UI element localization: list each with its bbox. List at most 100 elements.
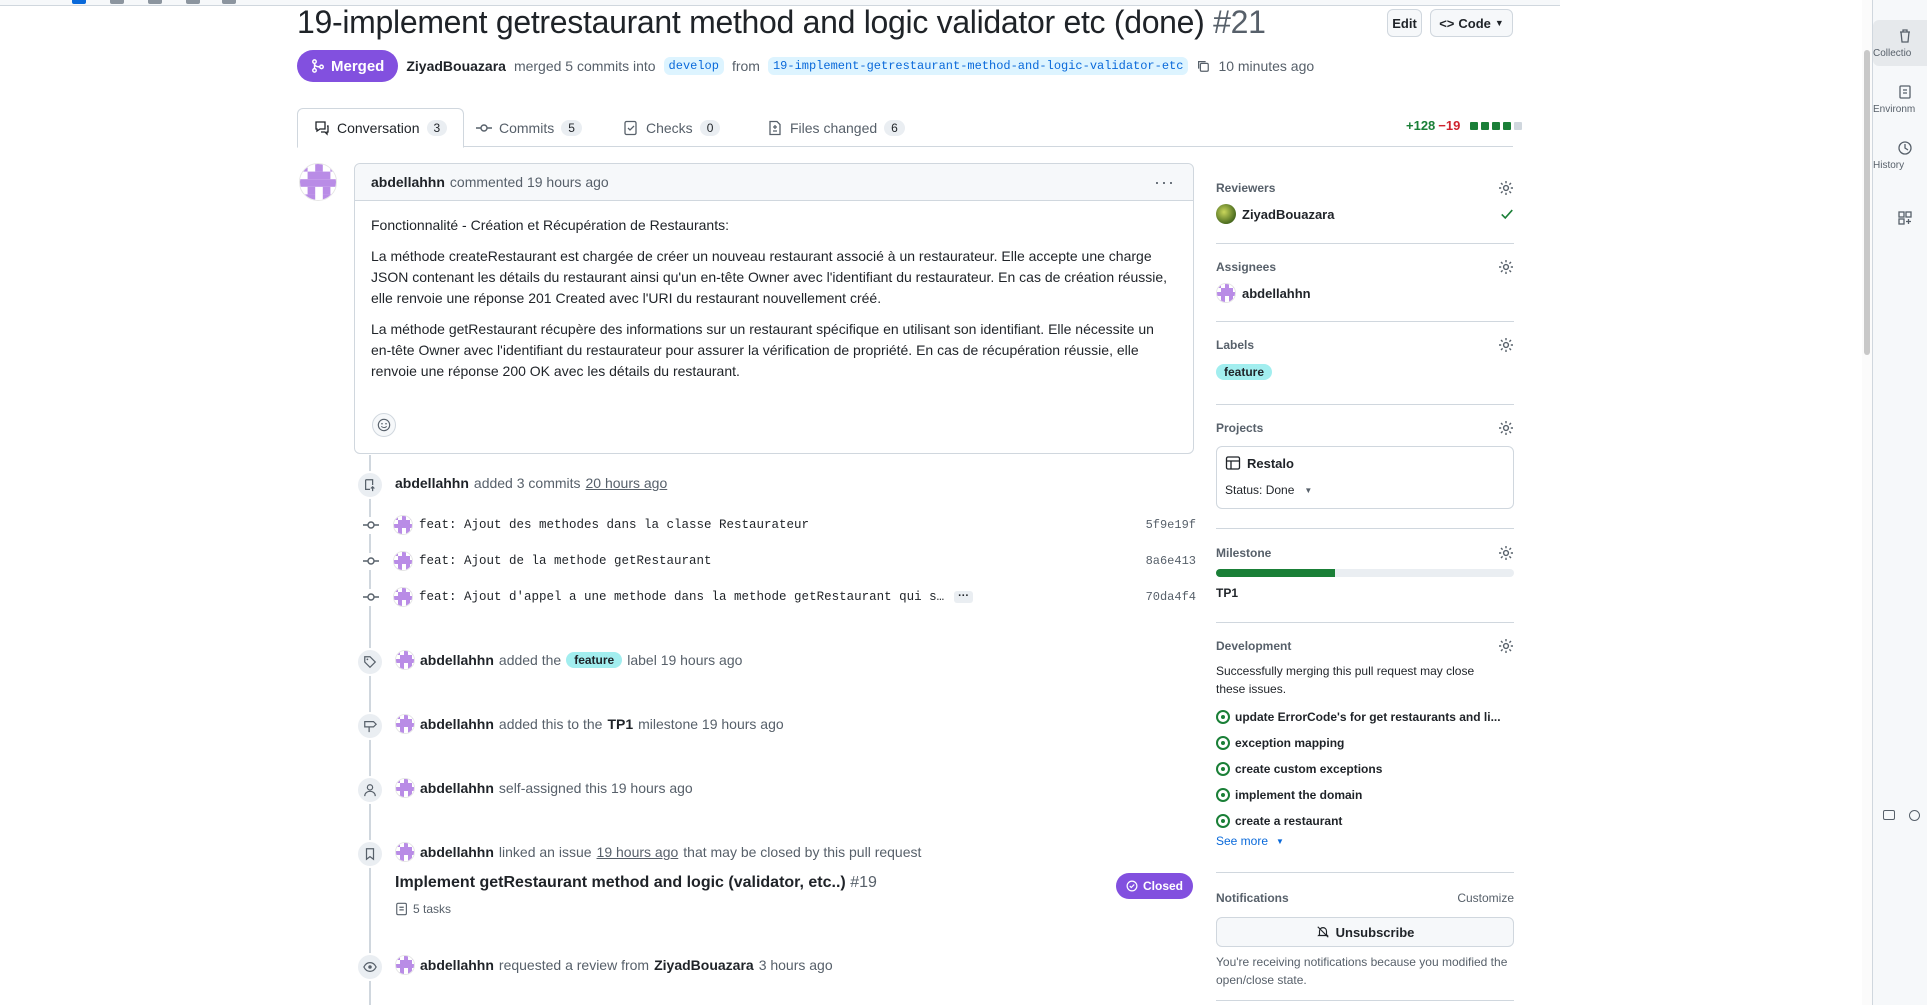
commit-sha-link[interactable]: 8a6e413 <box>1146 554 1196 568</box>
commit-message-link[interactable]: feat: Ajout des methodes dans la classe … <box>419 518 809 532</box>
label-feature[interactable]: feature <box>1216 364 1273 380</box>
collections-button[interactable]: Collectio <box>1873 20 1927 66</box>
gear-icon[interactable] <box>1498 337 1514 353</box>
event-time-link[interactable]: 20 hours ago <box>586 475 668 491</box>
history-button[interactable]: History <box>1873 140 1927 180</box>
linked-issue-title[interactable]: Implement getRestaurant method and logic… <box>395 874 877 892</box>
event-user[interactable]: abdellahhn <box>420 844 494 860</box>
avatar[interactable] <box>395 778 415 798</box>
avatar[interactable] <box>395 714 415 734</box>
unsubscribe-button[interactable]: Unsubscribe <box>1216 917 1514 947</box>
avatar[interactable] <box>393 515 413 535</box>
tab-commits[interactable]: Commits 5 <box>460 108 598 147</box>
linked-issue-item[interactable]: update ErrorCode's for get restaurants a… <box>1216 704 1514 730</box>
avatar[interactable] <box>393 551 413 571</box>
event-user[interactable]: abdellahhn <box>395 475 469 491</box>
expand-ellipsis-button[interactable]: ··· <box>954 591 974 603</box>
merged-label: Merged <box>331 57 385 75</box>
sidebar-divider <box>1216 243 1514 244</box>
milestone-link[interactable]: TP1 <box>607 716 633 732</box>
comment-author[interactable]: abdellahhn <box>371 174 445 190</box>
tab-indicator <box>72 0 86 4</box>
commit-message-link[interactable]: feat: Ajout de la methode getRestaurant <box>419 554 712 568</box>
tab-counter: 0 <box>699 119 721 136</box>
tab-files-changed[interactable]: Files changed 6 <box>751 108 921 147</box>
comment-meta[interactable]: commented 19 hours ago <box>450 174 609 190</box>
tab-label: Files changed <box>790 119 878 136</box>
event-user[interactable]: abdellahhn <box>420 780 494 796</box>
event-time-link[interactable]: 19 hours ago <box>597 844 679 860</box>
avatar[interactable] <box>395 842 415 862</box>
event-user[interactable]: abdellahhn <box>420 716 494 732</box>
assignees-heading[interactable]: Assignees <box>1216 257 1514 277</box>
file-diff-icon <box>769 120 781 135</box>
code-button[interactable]: <> Code ▼ <box>1430 9 1513 37</box>
diffstat-square <box>1503 121 1512 130</box>
comment-body: Fonctionnalité - Création et Récupératio… <box>355 201 1193 382</box>
edit-label: Edit <box>1392 15 1417 31</box>
linked-issue-item[interactable]: implement the domain <box>1216 782 1514 808</box>
sidebar-heading: Assignees <box>1216 260 1277 274</box>
kebab-horizontal-icon[interactable]: ··· <box>1154 172 1175 193</box>
avatar[interactable] <box>393 587 413 607</box>
gear-icon[interactable] <box>1498 420 1514 436</box>
commit-sha-link[interactable]: 70da4f4 <box>1146 590 1196 604</box>
scrollbar-thumb[interactable] <box>1864 50 1870 355</box>
sidebar-toggle-icon[interactable] <box>1883 810 1895 820</box>
project-status: Status: Done <box>1225 483 1295 497</box>
tab-counter: 5 <box>561 119 582 136</box>
issue-number: #19 <box>850 874 877 891</box>
commit-message-link[interactable]: feat: Ajout d'appel a une methode dans l… <box>419 590 944 604</box>
reviewer-row[interactable]: ZiyadBouazara <box>1216 204 1514 224</box>
linked-issue-item[interactable]: create custom exceptions <box>1216 756 1514 782</box>
labels-heading[interactable]: Labels <box>1216 335 1514 355</box>
milestone-heading[interactable]: Milestone <box>1216 543 1514 563</box>
project-status-dropdown[interactable]: Status: Done ▼ <box>1225 483 1312 497</box>
author-avatar[interactable] <box>299 163 337 201</box>
pr-title-text: 19-implement getrestaurant method and lo… <box>297 4 1205 40</box>
tab-counter: 6 <box>884 119 905 136</box>
see-more-link[interactable]: See more ▼ <box>1216 834 1514 848</box>
gear-icon[interactable] <box>1498 259 1514 275</box>
linked-issue-item[interactable]: exception mapping <box>1216 730 1514 756</box>
assignee-row[interactable]: abdellahhn <box>1216 283 1514 303</box>
milestone-name[interactable]: TP1 <box>1216 586 1238 600</box>
event-user[interactable]: abdellahhn <box>420 652 494 668</box>
tab-conversation[interactable]: Conversation 3 <box>297 108 465 148</box>
event-user[interactable]: abdellahhn <box>420 957 494 973</box>
head-branch[interactable]: 19-implement-getrestaurant-method-and-lo… <box>767 57 1189 75</box>
gear-icon[interactable] <box>1498 180 1514 196</box>
smiley-icon[interactable] <box>372 413 396 437</box>
gear-icon[interactable] <box>1498 545 1514 561</box>
customize-link[interactable]: Customize <box>1457 888 1514 908</box>
commit-sha-link[interactable]: 5f9e19f <box>1146 518 1196 532</box>
development-heading[interactable]: Development <box>1216 636 1514 656</box>
reviewer-link[interactable]: ZiyadBouazara <box>654 957 754 973</box>
base-branch[interactable]: develop <box>663 57 724 75</box>
trash-icon <box>1900 29 1910 43</box>
copy-icon[interactable] <box>1196 59 1210 73</box>
edit-button[interactable]: Edit <box>1387 9 1422 37</box>
label-feature[interactable]: feature <box>566 652 623 668</box>
linked-issue-item[interactable]: create a restaurant <box>1216 808 1514 834</box>
apps-button[interactable] <box>1873 210 1927 234</box>
environments-button[interactable]: Environm <box>1873 84 1927 124</box>
event-labeled: abdellahhn added the feature label 19 ho… <box>395 650 742 670</box>
project-link[interactable]: Restalo <box>1225 455 1294 471</box>
event-text: added 3 commits <box>473 475 581 491</box>
panel-item-label: History <box>1873 160 1905 171</box>
comment-paragraph: La méthode getRestaurant récupère des in… <box>371 321 1154 379</box>
unsubscribe-label: Unsubscribe <box>1335 924 1415 940</box>
commit-row: feat: Ajout des methodes dans la classe … <box>362 515 1196 535</box>
triangle-down-icon: ▼ <box>1304 485 1313 495</box>
avatar[interactable] <box>395 650 415 670</box>
status-icon[interactable] <box>1909 810 1920 821</box>
diffstat-square <box>1481 121 1490 130</box>
pr-author-link[interactable]: ZiyadBouazara <box>406 58 506 74</box>
gear-icon[interactable] <box>1498 638 1514 654</box>
tab-checks[interactable]: Checks 0 <box>607 108 736 147</box>
reviewers-heading[interactable]: Reviewers <box>1216 178 1514 198</box>
avatar[interactable] <box>395 955 415 975</box>
scrollbar[interactable] <box>1862 0 1872 1005</box>
projects-heading[interactable]: Projects <box>1216 418 1514 438</box>
